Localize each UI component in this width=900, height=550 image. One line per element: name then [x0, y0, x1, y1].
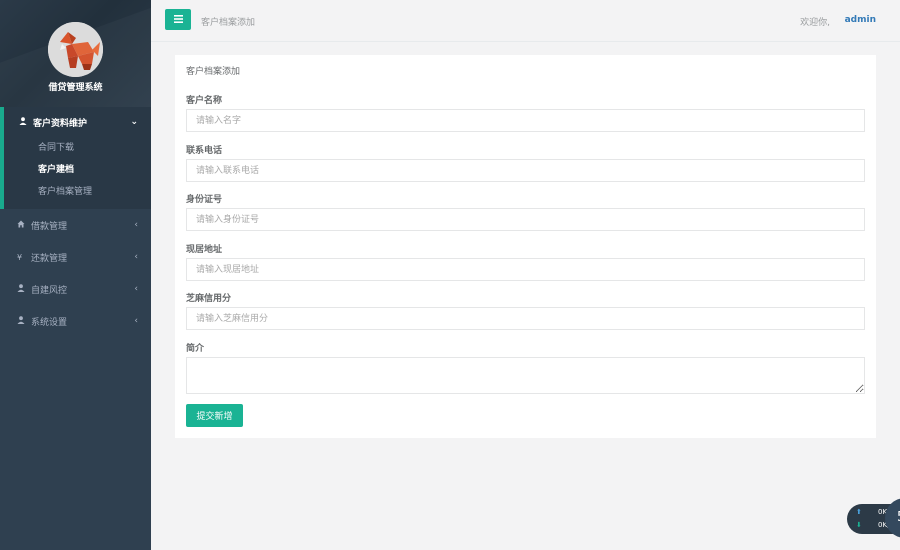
user-icon — [19, 117, 31, 127]
download-arrow-icon: ⬇ — [856, 521, 862, 529]
id-number-label: 身份证号 — [186, 195, 223, 205]
submenu-item-contract-download[interactable]: 合同下载 — [4, 137, 151, 159]
breadcrumb: 客户档案添加 — [201, 18, 256, 28]
chevron-down-icon: ⌄ — [130, 117, 138, 127]
user-icon — [17, 284, 29, 294]
customer-name-label: 客户名称 — [186, 96, 223, 106]
credit-score-label: 芝麻信用分 — [186, 294, 232, 304]
address-label: 现居地址 — [186, 245, 223, 255]
chevron-left-icon: ‹ — [134, 316, 138, 326]
sidebar-item-label: 系统设置 — [31, 317, 68, 328]
welcome-text: 欢迎你, — [800, 18, 830, 28]
customer-name-input[interactable] — [186, 109, 865, 132]
chevron-left-icon: ‹ — [134, 284, 138, 294]
yen-icon: ¥ — [17, 252, 23, 262]
profile-header: 借贷管理系统 — [0, 0, 151, 107]
sidebar-item-label: 借款管理 — [31, 221, 68, 232]
sidebar: 借贷管理系统 客户资料维护 ⌄ 合同下载 客户建档 客户档案管理 借款管理 ‹ — [0, 0, 151, 550]
top-bar: 客户档案添加 欢迎你, admin — [151, 0, 900, 42]
username-link[interactable]: admin — [845, 15, 876, 25]
sidebar-group-customer: 客户资料维护 ⌄ 合同下载 客户建档 客户档案管理 — [0, 107, 151, 209]
sidebar-item-customer-data[interactable]: 客户资料维护 ⌄ — [4, 107, 151, 137]
sidebar-item-settings[interactable]: 系统设置 ‹ — [0, 305, 151, 337]
sidebar-item-label: 客户资料维护 — [33, 118, 88, 129]
home-icon — [17, 220, 29, 230]
sidebar-item-repay[interactable]: ¥ 还款管理 ‹ — [0, 241, 151, 273]
form-panel: 客户档案添加 客户名称 联系电话 身份证号 现居地址 芝麻信用分 简介 提交新增 — [175, 55, 876, 438]
intro-textarea[interactable] — [186, 357, 865, 394]
app-name: 借贷管理系统 — [48, 83, 103, 93]
hamburger-icon — [173, 13, 183, 26]
panel-title: 客户档案添加 — [186, 67, 241, 77]
user-icon — [17, 316, 29, 326]
phone-input[interactable] — [186, 159, 865, 182]
address-input[interactable] — [186, 258, 865, 281]
submenu-item-customer-create[interactable]: 客户建档 — [4, 159, 151, 181]
fox-logo-icon — [48, 22, 103, 77]
avatar[interactable] — [48, 22, 103, 77]
phone-label: 联系电话 — [186, 146, 223, 156]
sidebar-item-label: 还款管理 — [31, 253, 68, 264]
submit-button[interactable]: 提交新增 — [186, 404, 243, 427]
id-number-input[interactable] — [186, 208, 865, 231]
sidebar-item-label: 自建风控 — [31, 285, 68, 296]
intro-label: 简介 — [186, 344, 205, 354]
chevron-left-icon: ‹ — [134, 252, 138, 262]
submenu-item-customer-manage[interactable]: 客户档案管理 — [4, 181, 151, 203]
sidebar-item-loan[interactable]: 借款管理 ‹ — [0, 209, 151, 241]
sidebar-item-risk[interactable]: 自建风控 ‹ — [0, 273, 151, 305]
submenu: 合同下载 客户建档 客户档案管理 — [4, 137, 151, 209]
chevron-left-icon: ‹ — [134, 220, 138, 230]
upload-arrow-icon: ⬆ — [856, 508, 862, 516]
sidebar-nav: 客户资料维护 ⌄ 合同下载 客户建档 客户档案管理 借款管理 ‹ ¥ 还款管理 … — [0, 107, 151, 337]
menu-toggle-button[interactable] — [165, 9, 191, 30]
credit-score-input[interactable] — [186, 307, 865, 330]
